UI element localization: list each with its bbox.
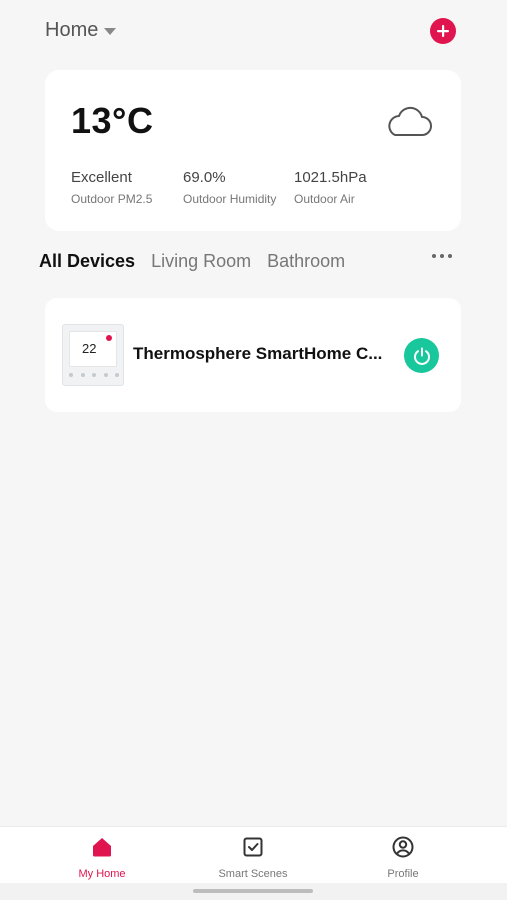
- more-dot-icon: [448, 254, 452, 258]
- thumb-button-icon: [69, 373, 73, 377]
- nav-profile-label: Profile: [387, 868, 419, 880]
- thumbnail-temperature: 22: [82, 341, 97, 356]
- more-dot-icon: [432, 254, 436, 258]
- thumb-button-icon: [80, 373, 85, 377]
- device-card[interactable]: 22 Thermosphere SmartHome C...: [45, 298, 461, 412]
- stat-humidity-value: 69.0%: [183, 169, 226, 186]
- plus-icon: [437, 25, 449, 37]
- top-header: Home: [0, 0, 507, 64]
- thumbnail-indicator-icon: [106, 335, 112, 341]
- stat-pm25: Excellent Outdoor PM2.5: [71, 169, 152, 206]
- add-device-button[interactable]: [430, 18, 456, 44]
- thermostat-thumbnail: 22: [62, 324, 124, 386]
- device-power-button[interactable]: [404, 338, 439, 373]
- nav-smart-scenes-label: Smart Scenes: [218, 868, 288, 880]
- tab-living-room[interactable]: Living Room: [151, 251, 251, 272]
- stat-air: 1021.5hPa Outdoor Air: [294, 169, 367, 206]
- thumb-button-icon: [115, 373, 119, 377]
- nav-smart-scenes[interactable]: Smart Scenes: [198, 835, 308, 880]
- thumbnail-buttons: [69, 373, 119, 379]
- nav-profile[interactable]: Profile: [348, 835, 458, 880]
- stat-pm25-label: Outdoor PM2.5: [71, 192, 153, 206]
- thumbnail-screen: 22: [69, 331, 117, 367]
- more-dot-icon: [440, 254, 444, 258]
- home-selector[interactable]: Home: [45, 19, 117, 42]
- bottom-navigation: My Home Smart Scenes Profile: [0, 826, 507, 883]
- thumb-button-icon: [92, 373, 96, 377]
- home-label: Home: [45, 19, 99, 41]
- tab-all-devices[interactable]: All Devices: [39, 251, 135, 272]
- more-options-button[interactable]: [432, 254, 452, 258]
- device-name: Thermosphere SmartHome C...: [133, 344, 383, 363]
- profile-icon: [392, 836, 414, 858]
- nav-my-home[interactable]: My Home: [47, 835, 157, 880]
- stat-air-label: Outdoor Air: [294, 192, 355, 206]
- stat-air-value: 1021.5hPa: [294, 169, 367, 186]
- cloud-icon: [388, 106, 432, 136]
- nav-my-home-label: My Home: [78, 868, 126, 880]
- stat-pm25-value: Excellent: [71, 169, 132, 186]
- caret-down-icon: [104, 28, 117, 35]
- stat-humidity: 69.0% Outdoor Humidity: [183, 169, 276, 206]
- checkbox-icon: [243, 837, 263, 857]
- gesture-bar[interactable]: [193, 889, 313, 893]
- thumb-button-icon: [103, 373, 108, 377]
- stat-humidity-label: Outdoor Humidity: [183, 192, 277, 206]
- weather-card[interactable]: 13°C Excellent Outdoor PM2.5 69.0% Outdo…: [45, 70, 461, 231]
- outdoor-temperature: 13°C: [71, 100, 154, 141]
- tab-bathroom[interactable]: Bathroom: [267, 251, 345, 272]
- app-screen: Home 13°C Excellent Outdoor PM2.5 69.0% …: [0, 0, 507, 900]
- room-tabs: All Devices Living Room Bathroom: [39, 246, 469, 276]
- home-icon: [93, 838, 111, 857]
- power-icon: [413, 347, 430, 365]
